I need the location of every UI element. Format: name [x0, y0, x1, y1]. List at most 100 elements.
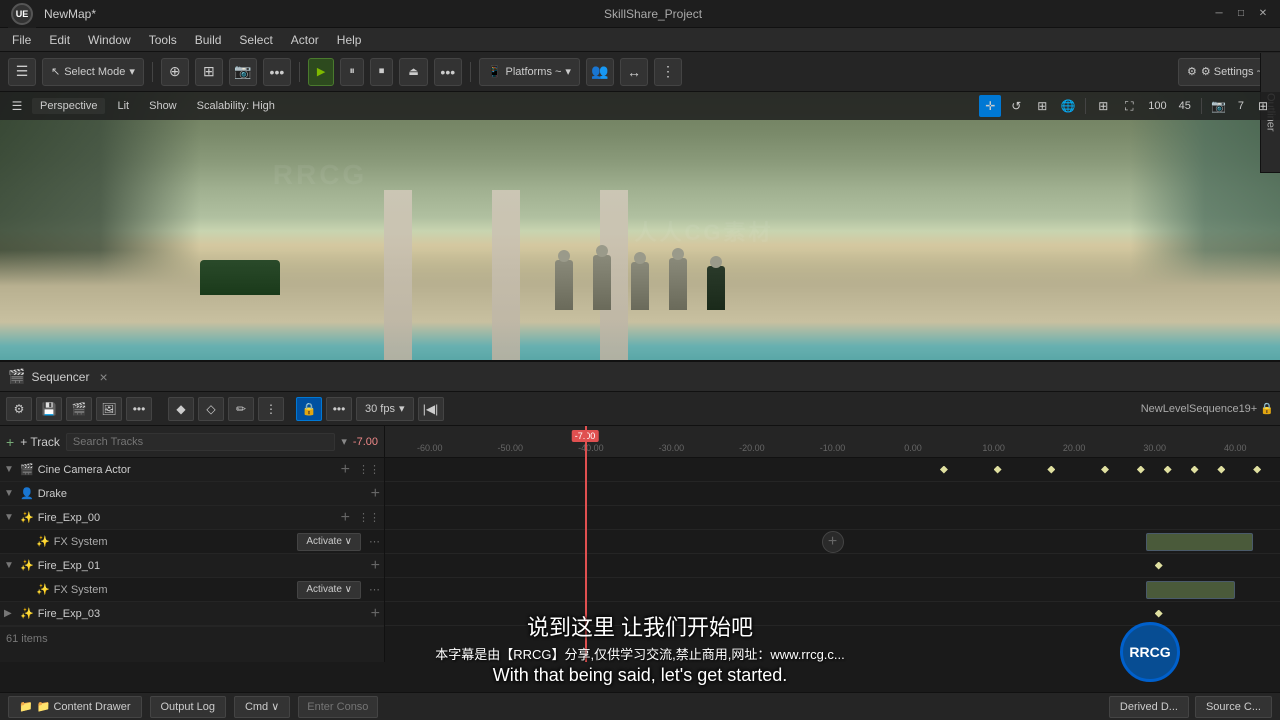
- seq-render-btn[interactable]: 🖼: [96, 397, 122, 421]
- seq-lock-btn[interactable]: 🔒: [296, 397, 322, 421]
- hamburger-menu-button[interactable]: ☰: [8, 58, 36, 86]
- keyframe-1d: [1101, 466, 1109, 474]
- sequencer-body: + + Track ▾ -7.00 ▼ 🎬 Cine Camera Actor …: [0, 426, 1280, 662]
- add-to-track-fire03[interactable]: +: [371, 606, 380, 622]
- grid-icon[interactable]: ⊞: [1092, 95, 1114, 117]
- select-mode-label: Select Mode: [64, 66, 125, 78]
- derived-data-button[interactable]: Derived D...: [1109, 696, 1189, 718]
- add-track-button[interactable]: + Track: [20, 435, 60, 449]
- play-button[interactable]: ▶: [308, 58, 334, 86]
- menu-actor[interactable]: Actor: [283, 31, 327, 49]
- menu-select[interactable]: Select: [231, 31, 280, 49]
- seq-settings-btn[interactable]: ⚙: [6, 397, 32, 421]
- track-cine-camera[interactable]: ▼ 🎬 Cine Camera Actor + ⋮⋮: [0, 458, 384, 482]
- maximize-viewport-icon[interactable]: ⛶: [1118, 95, 1140, 117]
- scalability-button[interactable]: Scalability: High: [189, 98, 283, 114]
- launch-options-button[interactable]: •••: [434, 58, 462, 86]
- menu-build[interactable]: Build: [187, 31, 230, 49]
- sequencer-toolbar: ⚙ 💾 🎬 🖼 ••• ◆ ◇ ✏ ⋮ 🔒 ••• 30 fps ▾ |◀| N…: [0, 392, 1280, 426]
- seq-snap-btn[interactable]: |◀|: [418, 397, 444, 421]
- add-to-track-cine[interactable]: +: [341, 462, 350, 478]
- seq-save-btn[interactable]: 💾: [36, 397, 62, 421]
- perspective-button[interactable]: Perspective: [32, 98, 105, 114]
- ruler-marker-1: -60.00: [417, 443, 443, 453]
- pause-button[interactable]: ⏸: [340, 58, 364, 86]
- viewport-menu-icon[interactable]: ☰: [6, 95, 28, 117]
- add-to-track-fire01[interactable]: +: [371, 558, 380, 574]
- lit-button[interactable]: Lit: [109, 98, 137, 114]
- ruler-marker-2: -50.00: [498, 443, 524, 453]
- share-button[interactable]: ↔: [620, 58, 648, 86]
- camera-icon[interactable]: 📷: [1208, 95, 1230, 117]
- menu-tools[interactable]: Tools: [141, 31, 185, 49]
- sequencer-close-button[interactable]: ×: [99, 369, 107, 385]
- console-input[interactable]: [298, 696, 378, 718]
- menu-window[interactable]: Window: [80, 31, 139, 49]
- track-drake[interactable]: ▼ 👤 Drake +: [0, 482, 384, 506]
- seq-key-btn[interactable]: ◆: [168, 397, 194, 421]
- plus-button-timeline[interactable]: +: [822, 531, 844, 553]
- more-options-button[interactable]: •••: [263, 58, 291, 86]
- track-fire-exp-00[interactable]: ▼ ✨ Fire_Exp_00 + ⋮⋮: [0, 506, 384, 530]
- menu-help[interactable]: Help: [329, 31, 370, 49]
- seq-fps-selector[interactable]: 30 fps ▾: [356, 397, 414, 421]
- platforms-icon: 📱: [488, 65, 502, 78]
- activate-button-0[interactable]: Activate ∨: [297, 533, 361, 551]
- scale-icon[interactable]: ⊞: [1031, 95, 1053, 117]
- grid-layout-icon[interactable]: ⊞: [1252, 95, 1274, 117]
- seq-cine-btn[interactable]: 🎬: [66, 397, 92, 421]
- seq-pencil-btn[interactable]: ✏: [228, 397, 254, 421]
- source-control-button[interactable]: Source C...: [1195, 696, 1272, 718]
- activate-button-1[interactable]: Activate ∨: [297, 581, 361, 599]
- ruler-marker-6: -10.00: [820, 443, 846, 453]
- maximize-button[interactable]: □: [1232, 5, 1250, 23]
- track-fx-system-1[interactable]: ✨ FX System Activate ∨ ⋯: [0, 578, 384, 602]
- translate-icon[interactable]: ✛: [979, 95, 1001, 117]
- platforms-chevron: ▾: [565, 65, 571, 78]
- camera-button[interactable]: 📷: [229, 58, 257, 86]
- content-drawer-button[interactable]: 📁 📁 Content Drawer: [8, 696, 142, 718]
- seq-dots2-btn[interactable]: •••: [326, 397, 352, 421]
- cmd-label: Cmd ∨: [245, 700, 279, 713]
- world-icon[interactable]: 🌐: [1057, 95, 1079, 117]
- search-tracks-input[interactable]: [66, 433, 336, 451]
- status-bar: 📁 📁 Content Drawer Output Log Cmd ∨ Deri…: [0, 692, 1280, 720]
- ruler-marker-11: 40.00: [1224, 443, 1247, 453]
- settings-button[interactable]: ⚙ ⚙ Settings ~: [1178, 58, 1272, 86]
- eject-button[interactable]: ⏏: [399, 58, 427, 86]
- sequencer-panel: 🎬 Sequencer × ⚙ 💾 🎬 🖼 ••• ◆ ◇ ✏ ⋮ 🔒 ••• …: [0, 360, 1280, 662]
- seq-dots-btn[interactable]: •••: [126, 397, 152, 421]
- timeline-block-1: [1146, 533, 1253, 551]
- keyframe-1c: [1047, 466, 1055, 474]
- seq-key2-btn[interactable]: ◇: [198, 397, 224, 421]
- snap-button[interactable]: ⊞: [195, 58, 223, 86]
- viewport: RRCG 人人CG素材 ☰ Perspective Lit Show Scala…: [0, 92, 1280, 370]
- track-fire-exp-03[interactable]: ▶ ✨ Fire_Exp_03 +: [0, 602, 384, 626]
- seq-more-btn[interactable]: ⋮: [258, 397, 284, 421]
- select-mode-button[interactable]: ↖ Select Mode ▾: [42, 58, 144, 86]
- fx-sub-icon-1: ✨: [36, 583, 50, 596]
- stop-button[interactable]: ⏹: [370, 58, 394, 86]
- track-fire-exp-01[interactable]: ▼ ✨ Fire_Exp_01 +: [0, 554, 384, 578]
- users-button[interactable]: 👥: [586, 58, 614, 86]
- add-to-track-fire00[interactable]: +: [341, 510, 350, 526]
- show-button[interactable]: Show: [141, 98, 185, 114]
- select-mode-chevron: ▾: [129, 65, 135, 78]
- output-log-button[interactable]: Output Log: [150, 696, 226, 718]
- platforms-button[interactable]: 📱 Platforms ~ ▾: [479, 58, 580, 86]
- close-button[interactable]: ✕: [1254, 5, 1272, 23]
- rotate-icon[interactable]: ↺: [1005, 95, 1027, 117]
- more-button[interactable]: ⋮: [654, 58, 682, 86]
- menu-file[interactable]: File: [4, 31, 39, 49]
- output-log-label: Output Log: [161, 701, 215, 713]
- filter-button[interactable]: ▾: [341, 435, 347, 448]
- expand-icon-fire00: ▼: [4, 512, 16, 523]
- menu-edit[interactable]: Edit: [41, 31, 78, 49]
- toolbar-separator-1: [152, 62, 153, 82]
- figure-3: [631, 262, 649, 310]
- cmd-button[interactable]: Cmd ∨: [234, 696, 290, 718]
- add-to-track-drake[interactable]: +: [371, 486, 380, 502]
- transform-button[interactable]: ⊕: [161, 58, 189, 86]
- track-fx-system-0[interactable]: ✨ FX System Activate ∨ ⋯: [0, 530, 384, 554]
- minimize-button[interactable]: ─: [1210, 5, 1228, 23]
